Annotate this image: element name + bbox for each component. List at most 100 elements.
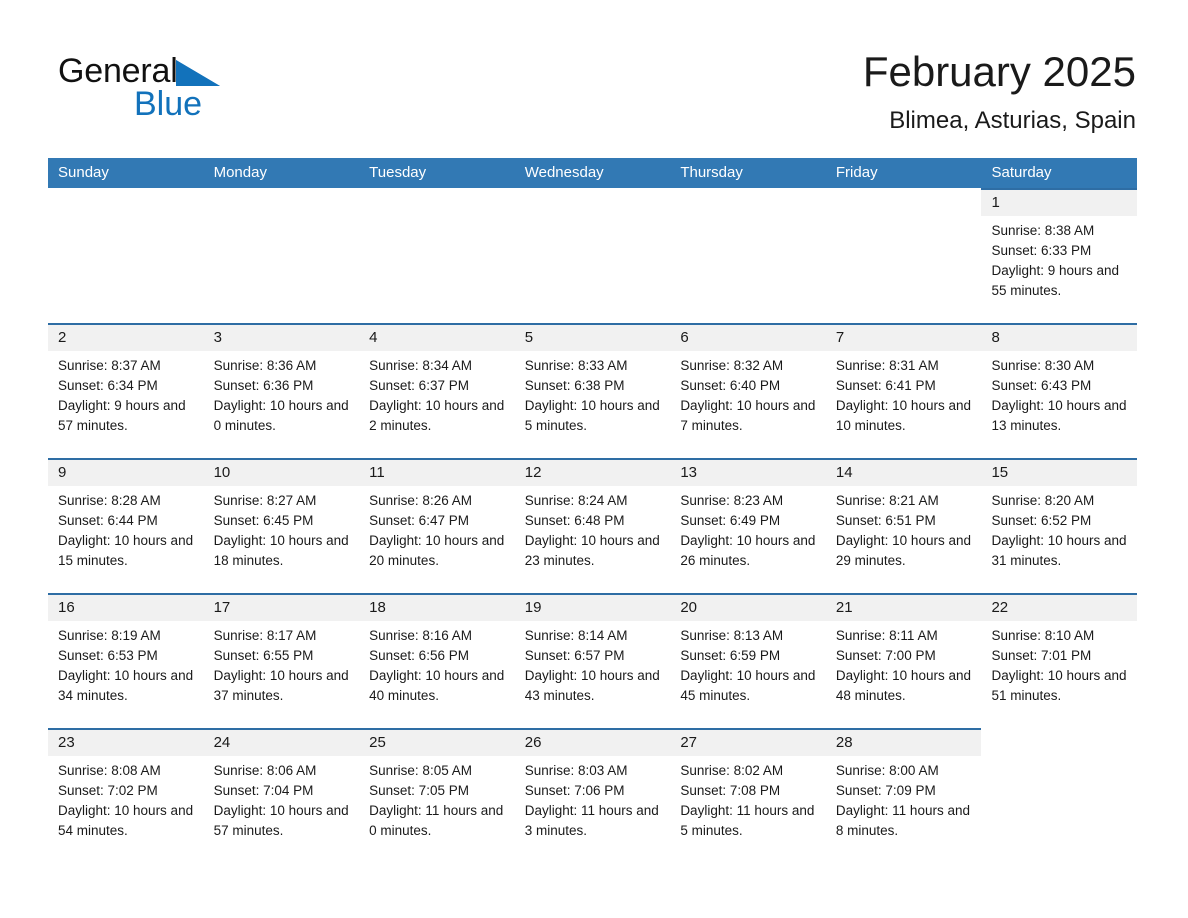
sunrise-text: Sunrise: 8:20 AM: [991, 493, 1095, 508]
sunrise-text: Sunrise: 8:38 AM: [991, 223, 1095, 238]
day-number: 13: [670, 460, 826, 486]
day-number: 3: [203, 325, 360, 351]
day-number: 1: [981, 190, 1138, 216]
calendar-week-row: 1 Sunrise: 8:38 AM Sunset: 6:33 PM Daylight…: [48, 188, 1138, 323]
daylight-text: Daylight: 10 hours and 18 minutes.: [213, 533, 349, 568]
weekday-header-row: Sunday Monday Tuesday Wednesday Thursday…: [48, 158, 1137, 188]
calendar-day-cell[interactable]: 21 Sunrise: 8:11 AM Sunset: 7:00 PM Dayligh…: [825, 593, 982, 728]
calendar-week-row: 2 Sunrise: 8:37 AM Sunset: 6:34 PM Daylight…: [48, 323, 1138, 458]
calendar-day-cell[interactable]: 5 Sunrise: 8:33 AM Sunset: 6:38 PM Daylight…: [514, 323, 671, 458]
sunrise-text: Sunrise: 8:32 AM: [680, 358, 784, 373]
sunset-text: Sunset: 7:00 PM: [835, 648, 936, 663]
day-sun-info: Sunrise: 8:28 AM Sunset: 6:44 PM Daylight:…: [48, 486, 204, 571]
daylight-text: Daylight: 10 hours and 34 minutes.: [58, 668, 194, 703]
calendar-week-row: 16 Sunrise: 8:19 AM Sunset: 6:53 PM Dayligh…: [48, 593, 1138, 728]
day-number: 7: [825, 325, 982, 351]
calendar-day-cell[interactable]: 3 Sunrise: 8:36 AM Sunset: 6:36 PM Daylight…: [203, 323, 360, 458]
calendar-day-cell-empty: [515, 188, 671, 323]
day-number: 6: [670, 325, 826, 351]
calendar-day-cell[interactable]: 6 Sunrise: 8:32 AM Sunset: 6:40 PM Daylight…: [670, 323, 826, 458]
calendar-day-cell[interactable]: 16 Sunrise: 8:19 AM Sunset: 6:53 PM Dayligh…: [48, 593, 204, 728]
daylight-text: Daylight: 10 hours and 48 minutes.: [835, 668, 971, 703]
calendar-day-cell[interactable]: 15 Sunrise: 8:20 AM Sunset: 6:52 PM Dayligh…: [981, 458, 1138, 593]
daylight-text: Daylight: 10 hours and 54 minutes.: [58, 803, 194, 838]
sunrise-text: Sunrise: 8:02 AM: [680, 763, 784, 778]
daylight-text: Daylight: 11 hours and 5 minutes.: [680, 803, 815, 838]
calendar-day-cell[interactable]: 23 Sunrise: 8:08 AM Sunset: 7:02 PM Dayligh…: [48, 728, 204, 856]
calendar-day-cell-empty: [981, 728, 1137, 856]
calendar-day-cell[interactable]: 20 Sunrise: 8:13 AM Sunset: 6:59 PM Dayligh…: [670, 593, 826, 728]
daylight-text: Daylight: 10 hours and 45 minutes.: [680, 668, 816, 703]
weekday-friday: Friday: [835, 164, 878, 181]
daylight-text: Daylight: 10 hours and 23 minutes.: [524, 533, 660, 568]
calendar-day-cell-empty: [359, 188, 515, 323]
calendar-day-cell[interactable]: 24 Sunrise: 8:06 AM Sunset: 7:04 PM Dayligh…: [203, 728, 360, 856]
daylight-text: Daylight: 11 hours and 0 minutes.: [369, 803, 504, 838]
day-number: 27: [670, 730, 826, 756]
day-sun-info: Sunrise: 8:34 AM Sunset: 6:37 PM Daylight:…: [359, 351, 515, 436]
calendar-day-cell[interactable]: 2 Sunrise: 8:37 AM Sunset: 6:34 PM Daylight…: [48, 323, 204, 458]
calendar-day-cell[interactable]: 4 Sunrise: 8:34 AM Sunset: 6:37 PM Daylight…: [359, 323, 515, 458]
day-sun-info: Sunrise: 8:14 AM Sunset: 6:57 PM Daylight:…: [515, 621, 671, 706]
calendar-day-cell[interactable]: 1 Sunrise: 8:38 AM Sunset: 6:33 PM Daylight…: [981, 188, 1138, 323]
calendar-day-cell[interactable]: 22 Sunrise: 8:10 AM Sunset: 7:01 PM Dayligh…: [981, 593, 1138, 728]
day-sun-info: Sunrise: 8:20 AM Sunset: 6:52 PM Daylight:…: [981, 486, 1137, 571]
daylight-text: Daylight: 10 hours and 40 minutes.: [369, 668, 505, 703]
calendar-day-cell[interactable]: 28 Sunrise: 8:00 AM Sunset: 7:09 PM Dayligh…: [825, 728, 982, 856]
day-sun-info: Sunrise: 8:21 AM Sunset: 6:51 PM Daylight:…: [826, 486, 982, 571]
day-number: 10: [203, 460, 360, 486]
calendar-day-cell[interactable]: 13 Sunrise: 8:23 AM Sunset: 6:49 PM Dayligh…: [670, 458, 826, 593]
sunset-text: Sunset: 6:43 PM: [991, 378, 1092, 393]
calendar-day-cell[interactable]: 11 Sunrise: 8:26 AM Sunset: 6:47 PM Dayligh…: [359, 458, 515, 593]
weekday-tuesday: Tuesday: [369, 164, 427, 181]
sunrise-text: Sunrise: 8:33 AM: [524, 358, 628, 373]
sunrise-text: Sunrise: 8:05 AM: [369, 763, 472, 778]
calendar-day-cell[interactable]: 26 Sunrise: 8:03 AM Sunset: 7:06 PM Dayligh…: [514, 728, 671, 856]
day-number: [204, 188, 360, 214]
sunrise-text: Sunrise: 8:26 AM: [369, 493, 472, 508]
day-sun-info: Sunrise: 8:03 AM Sunset: 7:06 PM Daylight:…: [515, 756, 671, 841]
daylight-text: Daylight: 10 hours and 7 minutes.: [680, 398, 816, 433]
daylight-text: Daylight: 10 hours and 26 minutes.: [680, 533, 816, 568]
day-sun-info: Sunrise: 8:33 AM Sunset: 6:38 PM Daylight:…: [515, 351, 671, 436]
day-sun-info: Sunrise: 8:32 AM Sunset: 6:40 PM Daylight:…: [670, 351, 826, 436]
daylight-text: Daylight: 10 hours and 37 minutes.: [213, 668, 349, 703]
sunset-text: Sunset: 6:36 PM: [213, 378, 314, 393]
sunset-text: Sunset: 7:04 PM: [213, 783, 314, 798]
sunrise-text: Sunrise: 8:10 AM: [991, 628, 1095, 643]
calendar-day-cell[interactable]: 10 Sunrise: 8:27 AM Sunset: 6:45 PM Dayligh…: [203, 458, 360, 593]
sunset-text: Sunset: 7:06 PM: [524, 783, 625, 798]
calendar-day-cell[interactable]: 9 Sunrise: 8:28 AM Sunset: 6:44 PM Daylight…: [48, 458, 204, 593]
general-blue-logo: General Blue: [58, 52, 358, 132]
calendar-weeks: 1 Sunrise: 8:38 AM Sunset: 6:33 PM Daylight…: [48, 188, 1138, 856]
daylight-text: Daylight: 10 hours and 20 minutes.: [369, 533, 505, 568]
calendar-day-cell[interactable]: 7 Sunrise: 8:31 AM Sunset: 6:41 PM Daylight…: [825, 323, 982, 458]
day-number: 8: [981, 325, 1138, 351]
daylight-text: Daylight: 10 hours and 29 minutes.: [835, 533, 971, 568]
calendar-day-cell[interactable]: 17 Sunrise: 8:17 AM Sunset: 6:55 PM Dayligh…: [203, 593, 360, 728]
day-sun-info: Sunrise: 8:30 AM Sunset: 6:43 PM Daylight:…: [981, 351, 1137, 436]
calendar-day-cell[interactable]: 25 Sunrise: 8:05 AM Sunset: 7:05 PM Dayligh…: [359, 728, 515, 856]
calendar-day-cell[interactable]: 27 Sunrise: 8:02 AM Sunset: 7:08 PM Dayligh…: [670, 728, 826, 856]
calendar-day-cell[interactable]: 14 Sunrise: 8:21 AM Sunset: 6:51 PM Dayligh…: [825, 458, 982, 593]
sunset-text: Sunset: 7:08 PM: [680, 783, 781, 798]
calendar-day-cell[interactable]: 12 Sunrise: 8:24 AM Sunset: 6:48 PM Dayligh…: [514, 458, 671, 593]
day-number: 19: [514, 595, 671, 621]
sunrise-text: Sunrise: 8:23 AM: [680, 493, 784, 508]
day-number: [981, 728, 1137, 754]
calendar-week-row: 23 Sunrise: 8:08 AM Sunset: 7:02 PM Dayligh…: [48, 728, 1137, 856]
day-number: [670, 188, 826, 214]
day-number: [48, 188, 204, 214]
sunset-text: Sunset: 6:51 PM: [835, 513, 936, 528]
sunset-text: Sunset: 6:49 PM: [680, 513, 781, 528]
sunset-text: Sunset: 6:56 PM: [369, 648, 469, 663]
day-sun-info: Sunrise: 8:37 AM Sunset: 6:34 PM Daylight:…: [48, 351, 204, 436]
calendar-day-cell[interactable]: 8 Sunrise: 8:30 AM Sunset: 6:43 PM Daylight…: [981, 323, 1138, 458]
day-number: [515, 188, 671, 214]
daylight-text: Daylight: 10 hours and 13 minutes.: [991, 398, 1127, 433]
sunrise-text: Sunrise: 8:17 AM: [213, 628, 317, 643]
sunset-text: Sunset: 7:09 PM: [835, 783, 936, 798]
calendar-day-cell[interactable]: 18 Sunrise: 8:16 AM Sunset: 6:56 PM Dayligh…: [359, 593, 515, 728]
calendar-day-cell[interactable]: 19 Sunrise: 8:14 AM Sunset: 6:57 PM Dayligh…: [514, 593, 671, 728]
day-number: 12: [514, 460, 671, 486]
